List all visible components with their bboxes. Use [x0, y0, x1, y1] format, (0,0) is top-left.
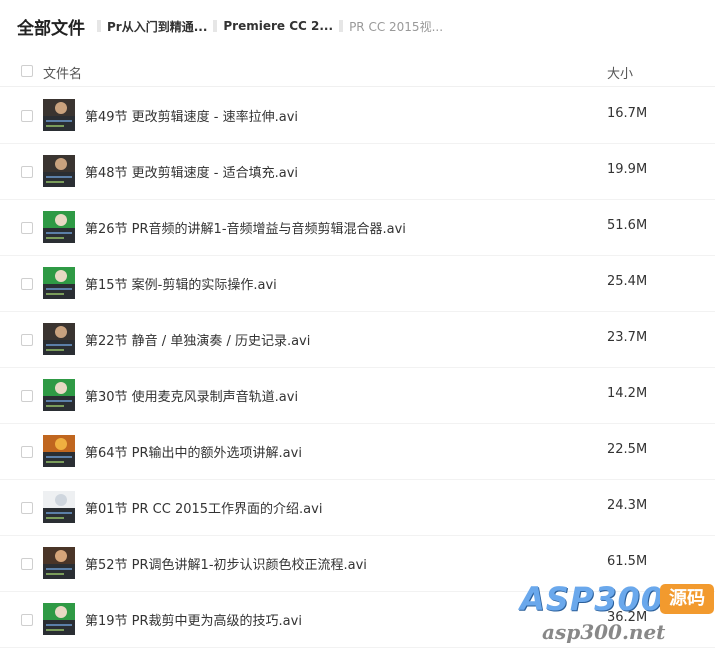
file-row[interactable]: 第15节 案例-剪辑的实际操作.avi 25.4M [0, 255, 715, 312]
video-thumbnail-icon[interactable] [43, 155, 75, 187]
file-name[interactable]: 第19节 PR裁剪中更为高级的技巧.avi [85, 610, 302, 629]
file-size: 61.5M [607, 554, 648, 569]
column-header-name[interactable]: 文件名 [43, 63, 82, 82]
row-checkbox[interactable] [21, 446, 33, 458]
row-checkbox[interactable] [21, 222, 33, 234]
file-name[interactable]: 第48节 更改剪辑速度 - 适合填充.avi [85, 162, 298, 181]
video-thumbnail-icon[interactable] [43, 603, 75, 635]
select-all-checkbox[interactable] [21, 65, 33, 77]
row-checkbox[interactable] [21, 502, 33, 514]
file-name[interactable]: 第64节 PR输出中的额外选项讲解.avi [85, 442, 302, 461]
file-name[interactable]: 第15节 案例-剪辑的实际操作.avi [85, 274, 277, 293]
breadcrumb-root[interactable]: 全部文件 [17, 14, 85, 39]
file-size: 23.7M [607, 330, 648, 345]
file-list-header: 文件名 大小 [0, 56, 715, 87]
breadcrumb-separator [97, 20, 101, 32]
breadcrumb: 全部文件 Pr从入门到精通... Premiere CC 2... PR CC … [17, 14, 444, 39]
row-checkbox[interactable] [21, 166, 33, 178]
file-row[interactable]: 第49节 更改剪辑速度 - 速率拉伸.avi 16.7M [0, 87, 715, 144]
row-checkbox[interactable] [21, 390, 33, 402]
file-row[interactable]: 第48节 更改剪辑速度 - 适合填充.avi 19.9M [0, 143, 715, 200]
file-size: 19.9M [607, 162, 648, 177]
video-thumbnail-icon[interactable] [43, 547, 75, 579]
video-thumbnail-icon[interactable] [43, 211, 75, 243]
file-size: 25.4M [607, 274, 648, 289]
video-thumbnail-icon[interactable] [43, 323, 75, 355]
breadcrumb-segment[interactable]: Pr从入门到精通... [107, 18, 207, 35]
watermark: ASP300 源码 asp300.net [520, 580, 715, 650]
file-size: 16.7M [607, 106, 648, 121]
file-row[interactable]: 第30节 使用麦克风录制声音轨道.avi 14.2M [0, 367, 715, 424]
video-thumbnail-icon[interactable] [43, 267, 75, 299]
file-size: 51.6M [607, 218, 648, 233]
file-name[interactable]: 第26节 PR音频的讲解1-音频增益与音频剪辑混合器.avi [85, 218, 406, 237]
row-checkbox[interactable] [21, 334, 33, 346]
column-header-size[interactable]: 大小 [607, 63, 633, 82]
video-thumbnail-icon[interactable] [43, 491, 75, 523]
file-row[interactable]: 第26节 PR音频的讲解1-音频增益与音频剪辑混合器.avi 51.6M [0, 199, 715, 256]
file-name[interactable]: 第22节 静音 / 单独演奏 / 历史记录.avi [85, 330, 310, 349]
file-size: 14.2M [607, 386, 648, 401]
file-name[interactable]: 第52节 PR调色讲解1-初步认识颜色校正流程.avi [85, 554, 367, 573]
watermark-brand: ASP300 [520, 580, 665, 618]
file-row[interactable]: 第64节 PR输出中的额外选项讲解.avi 22.5M [0, 423, 715, 480]
row-checkbox[interactable] [21, 110, 33, 122]
row-checkbox[interactable] [21, 614, 33, 626]
video-thumbnail-icon[interactable] [43, 99, 75, 131]
file-size: 24.3M [607, 498, 648, 513]
row-checkbox[interactable] [21, 558, 33, 570]
file-name[interactable]: 第01节 PR CC 2015工作界面的介绍.avi [85, 498, 322, 517]
breadcrumb-current: PR CC 2015视... [349, 19, 444, 34]
breadcrumb-separator [339, 20, 344, 32]
row-checkbox[interactable] [21, 278, 33, 290]
watermark-url: asp300.net [542, 620, 666, 644]
file-name[interactable]: 第49节 更改剪辑速度 - 速率拉伸.avi [85, 106, 298, 125]
video-thumbnail-icon[interactable] [43, 435, 75, 467]
file-size: 22.5M [607, 442, 648, 457]
video-thumbnail-icon[interactable] [43, 379, 75, 411]
file-name[interactable]: 第30节 使用麦克风录制声音轨道.avi [85, 386, 298, 405]
breadcrumb-segment[interactable]: Premiere CC 2... [223, 19, 333, 33]
breadcrumb-separator [213, 20, 218, 32]
file-row[interactable]: 第22节 静音 / 单独演奏 / 历史记录.avi 23.7M [0, 311, 715, 368]
watermark-tag: 源码 [660, 584, 714, 614]
file-row[interactable]: 第01节 PR CC 2015工作界面的介绍.avi 24.3M [0, 479, 715, 536]
